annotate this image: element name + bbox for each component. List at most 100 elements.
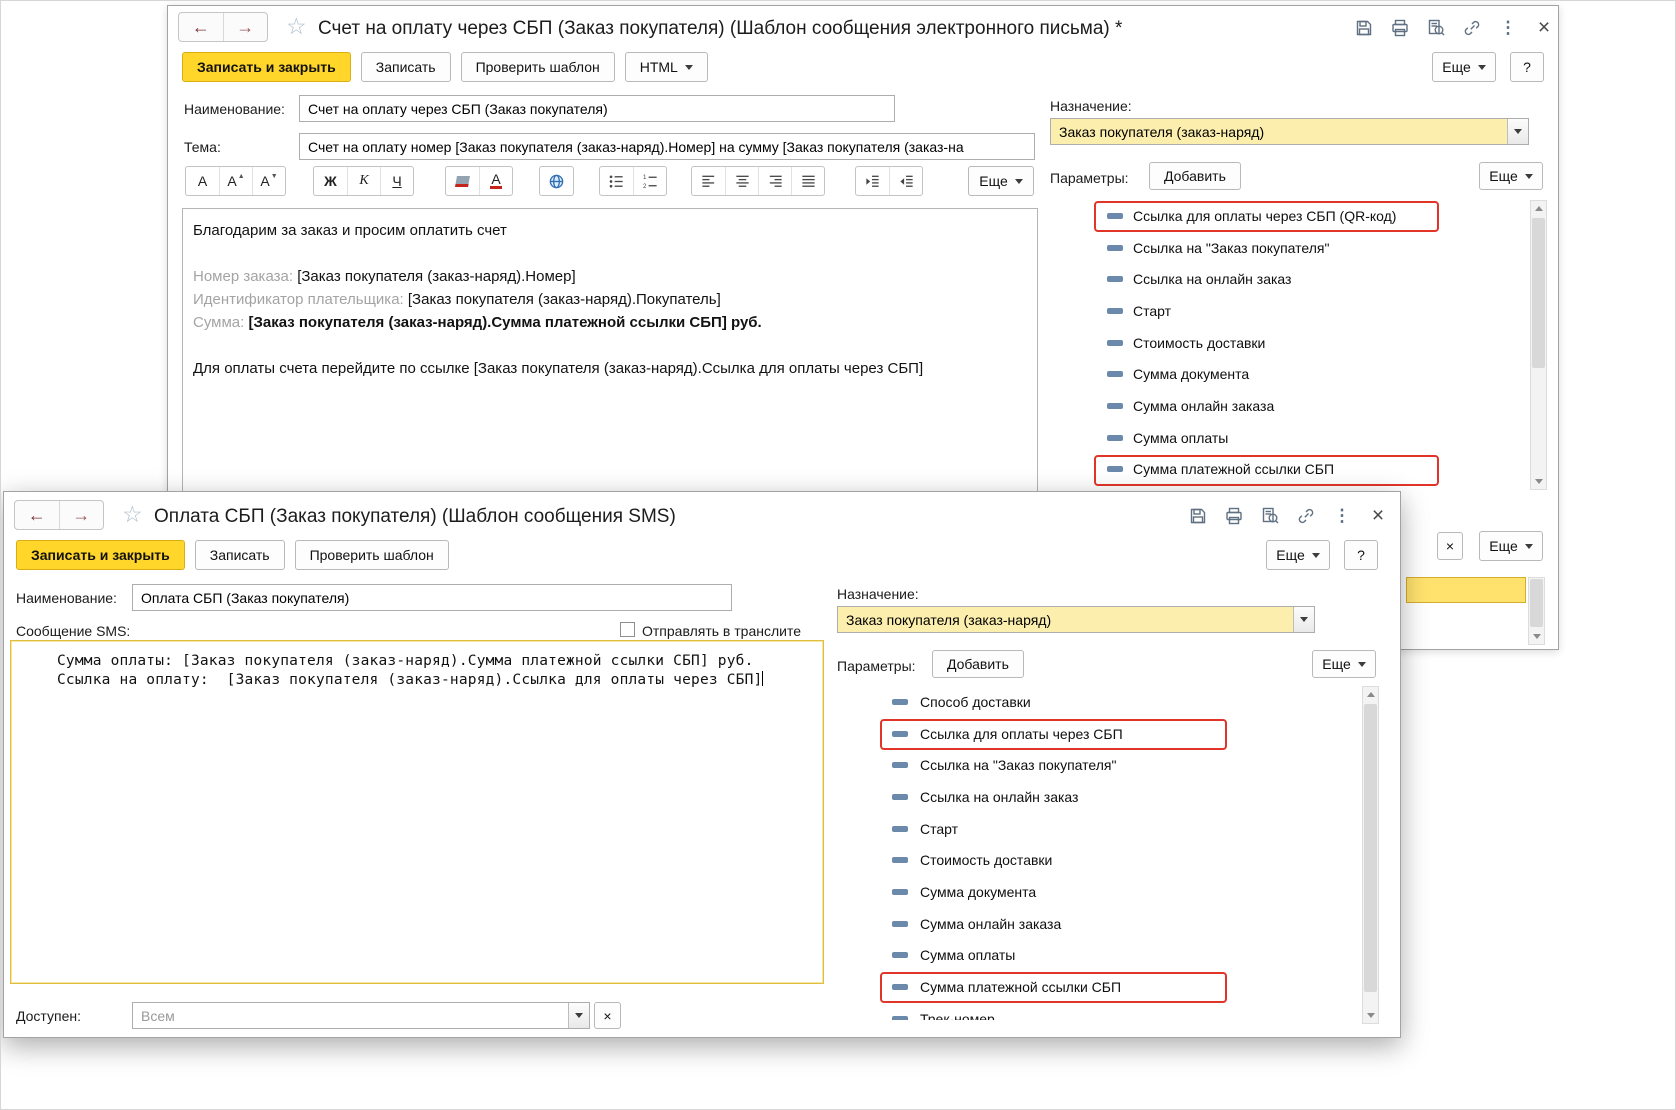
add-parameter-button[interactable]: Добавить — [1149, 162, 1241, 190]
align-right-button[interactable] — [758, 167, 791, 195]
help-button[interactable]: ? — [1344, 540, 1378, 570]
format-more-button[interactable]: Еще — [968, 166, 1034, 196]
parameter-item[interactable]: Способ доставки — [837, 686, 1357, 718]
italic-button[interactable]: К — [347, 167, 380, 195]
add-parameter-button[interactable]: Добавить — [932, 650, 1024, 678]
save-and-close-button[interactable]: Записать и закрыть — [182, 52, 351, 82]
close-icon[interactable]: × — [1534, 16, 1554, 39]
available-field[interactable]: Всем — [132, 1002, 590, 1029]
assignment-select[interactable]: Заказ покупателя (заказ-наряд) — [1050, 118, 1529, 145]
parameter-item[interactable]: Ссылка на "Заказ покупателя" — [1050, 232, 1528, 264]
parameter-item[interactable]: Ссылка для оплаты через СБП (QR-код) — [1050, 200, 1528, 232]
underline-button[interactable]: Ч — [380, 167, 413, 195]
parameter-item[interactable]: Ссылка на онлайн заказ — [1050, 263, 1528, 295]
parameter-item[interactable]: Стоимость доставки — [1050, 327, 1528, 359]
assignment-select[interactable]: Заказ покупателя (заказ-наряд) — [837, 606, 1315, 633]
parameters-scrollbar[interactable] — [1362, 686, 1379, 1024]
link-icon[interactable] — [1462, 18, 1482, 38]
parameter-item[interactable]: Ссылка для оплаты через СБП — [837, 718, 1357, 750]
font-size-increase-button[interactable]: А ▲ — [219, 167, 252, 195]
parameter-item[interactable]: Сумма платежной ссылки СБП — [1050, 454, 1528, 486]
parameter-item[interactable]: Трек-номер — [837, 1003, 1357, 1020]
edge-more-button[interactable]: Еще — [1479, 531, 1543, 561]
align-justify-button[interactable] — [791, 167, 824, 195]
bold-button[interactable]: Ж — [314, 167, 347, 195]
parameter-label: Трек-номер — [920, 1010, 995, 1020]
preview-icon[interactable] — [1260, 506, 1280, 526]
more-button[interactable]: Еще — [1266, 540, 1330, 570]
available-dropdown-button[interactable] — [568, 1003, 589, 1028]
subject-input[interactable]: Счет на оплату номер [Заказ покупателя (… — [299, 133, 1035, 160]
save-button[interactable]: Записать — [194, 540, 285, 570]
align-left-button[interactable] — [692, 167, 725, 195]
preview-icon[interactable] — [1426, 18, 1446, 38]
print-icon[interactable] — [1224, 506, 1244, 526]
indent-decrease-button[interactable] — [889, 167, 922, 195]
scrollbar-thumb[interactable] — [1530, 579, 1543, 627]
parameter-item[interactable]: Сумма документа — [1050, 358, 1528, 390]
window-title: Счет на оплату через СБП (Заказ покупате… — [318, 18, 1123, 39]
favorite-star-icon[interactable]: ☆ — [122, 503, 143, 526]
translit-checkbox[interactable] — [620, 622, 635, 637]
scrollbar-thumb[interactable] — [1364, 704, 1377, 992]
hyperlink-globe-button[interactable] — [540, 167, 573, 195]
link-icon[interactable] — [1296, 506, 1316, 526]
parameter-item[interactable]: Сумма онлайн заказа — [837, 908, 1357, 940]
parameters-more-button[interactable]: Еще — [1479, 162, 1543, 190]
favorite-star-icon[interactable]: ☆ — [286, 15, 307, 38]
highlighted-field-fragment[interactable] — [1406, 577, 1526, 603]
scroll-down-icon[interactable] — [1529, 629, 1544, 644]
bullet-list-button[interactable] — [600, 167, 633, 195]
numbered-list-button[interactable]: 12 — [633, 167, 666, 195]
forward-button[interactable]: → — [222, 13, 268, 41]
parameter-item[interactable]: Стоимость доставки — [837, 844, 1357, 876]
close-icon[interactable]: × — [1368, 504, 1388, 527]
name-input[interactable]: Счет на оплату через СБП (Заказ покупате… — [299, 95, 895, 122]
indent-increase-button[interactable] — [856, 167, 889, 195]
font-color-button[interactable]: А — [479, 167, 512, 195]
check-template-button[interactable]: Проверить шаблон — [294, 540, 449, 570]
sms-text-area[interactable]: Сумма оплаты: [Заказ покупателя (заказ-н… — [10, 640, 824, 984]
forward-button[interactable]: → — [58, 501, 104, 529]
save-icon[interactable] — [1188, 506, 1208, 526]
print-icon[interactable] — [1390, 18, 1410, 38]
parameter-item[interactable]: Сумма платежной ссылки СБП — [837, 971, 1357, 1003]
highlight-color-button[interactable] — [446, 167, 479, 195]
scrollbar-fragment[interactable] — [1528, 577, 1545, 645]
parameter-item[interactable]: Ссылка на онлайн заказ — [837, 781, 1357, 813]
scrollbar-thumb[interactable] — [1532, 218, 1545, 368]
parameter-item[interactable]: Старт — [837, 813, 1357, 845]
parameters-scrollbar[interactable] — [1530, 200, 1547, 490]
help-button[interactable]: ? — [1510, 52, 1544, 82]
back-button[interactable]: ← — [179, 13, 223, 41]
parameters-more-button[interactable]: Еще — [1312, 650, 1376, 678]
more-button[interactable]: Еще — [1432, 52, 1496, 82]
scroll-down-icon[interactable] — [1531, 474, 1546, 489]
more-menu-icon[interactable]: ⋮ — [1498, 18, 1518, 38]
more-menu-icon[interactable]: ⋮ — [1332, 506, 1352, 526]
clear-button[interactable]: × — [594, 1002, 621, 1029]
back-button[interactable]: ← — [15, 501, 59, 529]
parameter-item[interactable]: Сумма оплаты — [1050, 422, 1528, 454]
assignment-dropdown-button[interactable] — [1507, 119, 1528, 144]
parameter-item[interactable]: Сумма документа — [837, 876, 1357, 908]
align-center-button[interactable] — [725, 167, 758, 195]
save-button[interactable]: Записать — [360, 52, 451, 82]
parameter-item[interactable]: Старт — [1050, 295, 1528, 327]
scroll-up-icon[interactable] — [1531, 201, 1546, 216]
parameter-item[interactable]: Сумма онлайн заказа — [1050, 390, 1528, 422]
name-input[interactable]: Оплата СБП (Заказ покупателя) — [132, 584, 732, 611]
font-size-decrease-button[interactable]: А ▼ — [252, 167, 285, 195]
name-label: Наименование: — [16, 590, 117, 606]
parameter-item[interactable]: Сумма оплаты — [837, 940, 1357, 972]
save-and-close-button[interactable]: Записать и закрыть — [16, 540, 185, 570]
font-button[interactable]: А — [186, 167, 219, 195]
check-template-button[interactable]: Проверить шаблон — [460, 52, 615, 82]
scroll-down-icon[interactable] — [1363, 1008, 1378, 1023]
html-mode-button[interactable]: HTML — [624, 52, 708, 82]
assignment-dropdown-button[interactable] — [1293, 607, 1314, 632]
parameter-item[interactable]: Ссылка на "Заказ покупателя" — [837, 749, 1357, 781]
save-icon[interactable] — [1354, 18, 1374, 38]
scroll-up-icon[interactable] — [1363, 687, 1378, 702]
clear-button[interactable]: × — [1437, 532, 1463, 560]
